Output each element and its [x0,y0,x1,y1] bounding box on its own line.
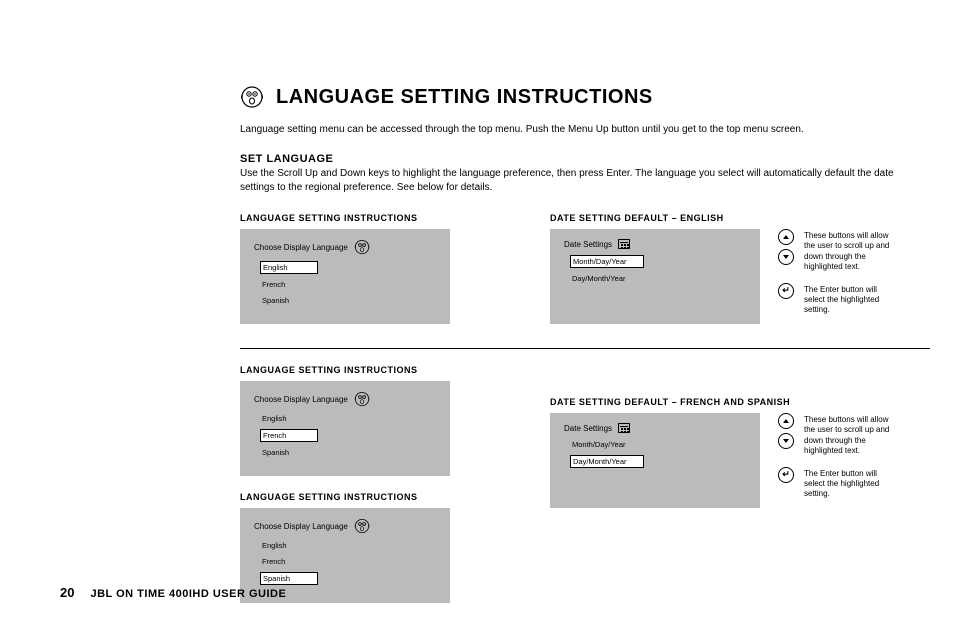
page-title: LANGUAGE SETTING INSTRUCTIONS [276,86,653,109]
option-dmy: Day/Month/Year [570,455,644,468]
block-title-lang-1: LANGUAGE SETTING INSTRUCTIONS [240,213,510,223]
scroll-down-icon [778,433,794,449]
panel-label: Choose Display Language [254,395,348,404]
col-left-2: LANGUAGE SETTING INSTRUCTIONS Choose Dis… [240,365,510,619]
intro-text: Language setting menu can be accessed th… [240,123,894,137]
enter-text: The Enter button will select the highlig… [804,283,894,316]
date-panel-fr-es: Date Settings Month/Day/Year Day/Month/Y… [550,413,760,508]
option-dmy: Day/Month/Year [570,273,644,284]
block-title-lang-3: LANGUAGE SETTING INSTRUCTIONS [240,492,510,502]
block-title-date-fr-es: DATE SETTING DEFAULT – FRENCH AND SPANIS… [550,397,894,407]
option-spanish: Spanish [260,572,318,585]
option-french: French [260,279,318,290]
language-panel-french: Choose Display Language English French S… [240,381,450,476]
block-title-date-english: DATE SETTING DEFAULT – ENGLISH [550,213,894,223]
option-mdy: Month/Day/Year [570,439,644,450]
page-number: 20 [60,585,74,600]
calendar-icon [618,423,630,433]
footer-title: JBL ON TIME 400iHD USER GUIDE [90,588,286,600]
face-icon [354,391,370,407]
page-header: LANGUAGE SETTING INSTRUCTIONS [240,85,894,109]
controls-fr-es: These buttons will allow the user to scr… [778,413,894,524]
language-panel-english: Choose Display Language English French S… [240,229,450,324]
option-english: English [260,261,318,274]
set-language-heading: SET LANGUAGE [240,153,894,165]
set-language-text: Use the Scroll Up and Down keys to highl… [240,167,894,195]
panel-label: Choose Display Language [254,243,348,252]
scroll-down-icon [778,249,794,265]
scroll-up-icon [778,413,794,429]
face-icon [354,518,370,534]
date-panel-english: Date Settings Month/Day/Year Day/Month/Y… [550,229,760,324]
option-mdy: Month/Day/Year [570,255,644,268]
col-right-1: DATE SETTING DEFAULT – ENGLISH Date Sett… [550,213,894,340]
option-english: English [260,413,318,424]
scroll-text: These buttons will allow the user to scr… [804,229,894,273]
divider [240,348,930,349]
col-left-1: LANGUAGE SETTING INSTRUCTIONS Choose Dis… [240,213,510,340]
controls-english: These buttons will allow the user to scr… [778,229,894,340]
block-title-lang-2: LANGUAGE SETTING INSTRUCTIONS [240,365,510,375]
panel-label: Choose Display Language [254,522,348,531]
face-icon [240,85,264,109]
calendar-icon [618,239,630,249]
enter-icon: ↵ [778,467,794,483]
row-2: LANGUAGE SETTING INSTRUCTIONS Choose Dis… [240,365,894,619]
option-english: English [260,540,318,551]
footer: 20 JBL ON TIME 400iHD USER GUIDE [60,585,286,600]
enter-icon: ↵ [778,283,794,299]
option-french: French [260,556,318,567]
date-panel-label: Date Settings [564,240,612,249]
col-right-2: DATE SETTING DEFAULT – FRENCH AND SPANIS… [550,365,894,619]
face-icon [354,239,370,255]
option-french: French [260,429,318,442]
row-1: LANGUAGE SETTING INSTRUCTIONS Choose Dis… [240,213,894,340]
enter-text: The Enter button will select the highlig… [804,467,894,500]
option-spanish: Spanish [260,295,318,306]
date-panel-label: Date Settings [564,424,612,433]
scroll-text: These buttons will allow the user to scr… [804,413,894,457]
scroll-up-icon [778,229,794,245]
option-spanish: Spanish [260,447,318,458]
